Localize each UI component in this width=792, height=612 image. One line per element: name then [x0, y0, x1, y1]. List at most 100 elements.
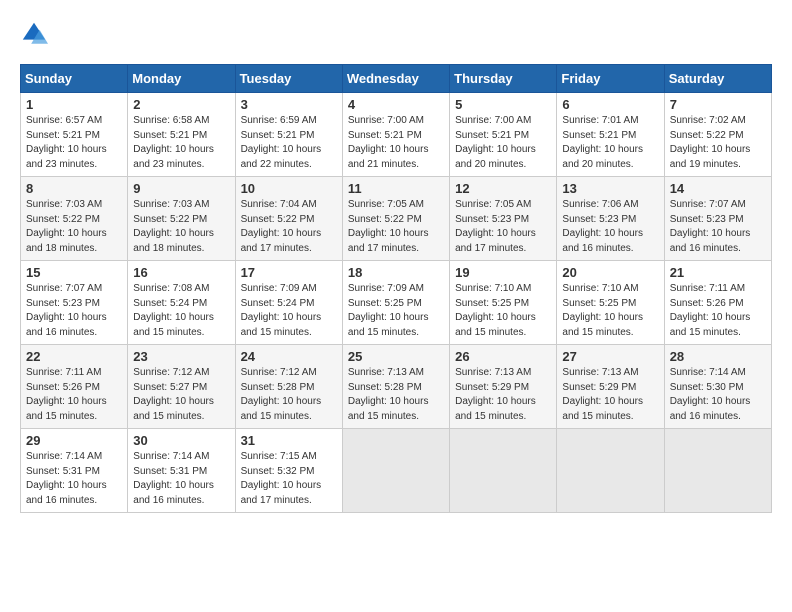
day-number: 22: [26, 349, 122, 364]
day-info: Sunrise: 7:13 AM Sunset: 5:28 PM Dayligh…: [348, 366, 444, 424]
week-row-5: 29 Sunrise: 7:14 AM Sunset: 5:31 PM Dayli…: [21, 429, 772, 513]
day-number: 14: [670, 181, 766, 196]
day-cell: 18 Sunrise: 7:09 AM Sunset: 5:25 PM Dayli…: [342, 261, 449, 345]
day-info: Sunrise: 7:05 AM Sunset: 5:23 PM Dayligh…: [455, 198, 551, 256]
day-info: Sunrise: 7:10 AM Sunset: 5:25 PM Dayligh…: [562, 282, 658, 340]
day-cell: 28 Sunrise: 7:14 AM Sunset: 5:30 PM Dayli…: [664, 345, 771, 429]
day-info: Sunrise: 7:07 AM Sunset: 5:23 PM Dayligh…: [670, 198, 766, 256]
day-cell: [557, 429, 664, 513]
day-number: 8: [26, 181, 122, 196]
day-number: 31: [241, 433, 337, 448]
day-info: Sunrise: 7:06 AM Sunset: 5:23 PM Dayligh…: [562, 198, 658, 256]
day-info: Sunrise: 7:13 AM Sunset: 5:29 PM Dayligh…: [562, 366, 658, 424]
day-info: Sunrise: 7:08 AM Sunset: 5:24 PM Dayligh…: [133, 282, 229, 340]
day-header-friday: Friday: [557, 65, 664, 93]
day-cell: 9 Sunrise: 7:03 AM Sunset: 5:22 PM Daylig…: [128, 177, 235, 261]
day-number: 5: [455, 97, 551, 112]
day-number: 12: [455, 181, 551, 196]
day-cell: 17 Sunrise: 7:09 AM Sunset: 5:24 PM Dayli…: [235, 261, 342, 345]
day-cell: 23 Sunrise: 7:12 AM Sunset: 5:27 PM Dayli…: [128, 345, 235, 429]
day-info: Sunrise: 7:05 AM Sunset: 5:22 PM Dayligh…: [348, 198, 444, 256]
day-header-wednesday: Wednesday: [342, 65, 449, 93]
day-info: Sunrise: 7:15 AM Sunset: 5:32 PM Dayligh…: [241, 450, 337, 508]
day-header-tuesday: Tuesday: [235, 65, 342, 93]
day-header-saturday: Saturday: [664, 65, 771, 93]
day-cell: 29 Sunrise: 7:14 AM Sunset: 5:31 PM Dayli…: [21, 429, 128, 513]
day-number: 28: [670, 349, 766, 364]
day-cell: 6 Sunrise: 7:01 AM Sunset: 5:21 PM Daylig…: [557, 93, 664, 177]
day-cell: 12 Sunrise: 7:05 AM Sunset: 5:23 PM Dayli…: [450, 177, 557, 261]
day-info: Sunrise: 6:57 AM Sunset: 5:21 PM Dayligh…: [26, 114, 122, 172]
day-cell: [450, 429, 557, 513]
day-cell: 4 Sunrise: 7:00 AM Sunset: 5:21 PM Daylig…: [342, 93, 449, 177]
day-number: 29: [26, 433, 122, 448]
day-cell: [664, 429, 771, 513]
day-info: Sunrise: 7:12 AM Sunset: 5:27 PM Dayligh…: [133, 366, 229, 424]
day-info: Sunrise: 7:09 AM Sunset: 5:25 PM Dayligh…: [348, 282, 444, 340]
header-row: SundayMondayTuesdayWednesdayThursdayFrid…: [21, 65, 772, 93]
day-info: Sunrise: 7:00 AM Sunset: 5:21 PM Dayligh…: [348, 114, 444, 172]
logo: [20, 20, 52, 48]
day-info: Sunrise: 6:59 AM Sunset: 5:21 PM Dayligh…: [241, 114, 337, 172]
day-number: 3: [241, 97, 337, 112]
day-info: Sunrise: 7:14 AM Sunset: 5:30 PM Dayligh…: [670, 366, 766, 424]
day-info: Sunrise: 7:09 AM Sunset: 5:24 PM Dayligh…: [241, 282, 337, 340]
day-cell: 26Sunrise: 7:13 AM Sunset: 5:29 PM Dayli…: [450, 345, 557, 429]
day-cell: 8Sunrise: 7:03 AM Sunset: 5:22 PM Daylig…: [21, 177, 128, 261]
day-cell: 22Sunrise: 7:11 AM Sunset: 5:26 PM Dayli…: [21, 345, 128, 429]
day-number: 11: [348, 181, 444, 196]
day-cell: 13 Sunrise: 7:06 AM Sunset: 5:23 PM Dayli…: [557, 177, 664, 261]
day-cell: 19Sunrise: 7:10 AM Sunset: 5:25 PM Dayli…: [450, 261, 557, 345]
day-info: Sunrise: 7:14 AM Sunset: 5:31 PM Dayligh…: [133, 450, 229, 508]
logo-icon: [20, 20, 48, 48]
day-header-sunday: Sunday: [21, 65, 128, 93]
day-number: 9: [133, 181, 229, 196]
week-row-2: 8 Sunrise: 7:03 AM Sunset: 5:22 PM Daylig…: [21, 177, 772, 261]
day-cell: 1 Sunrise: 6:57 AM Sunset: 5:21 PM Daylig…: [21, 93, 128, 177]
week-row-4: 22Sunrise: 7:11 AM Sunset: 5:26 PM Dayli…: [21, 345, 772, 429]
day-info: Sunrise: 7:02 AM Sunset: 5:22 PM Dayligh…: [670, 114, 766, 172]
calendar-table: SundayMondayTuesdayWednesdayThursdayFrid…: [20, 64, 772, 513]
day-info: Sunrise: 7:11 AM Sunset: 5:26 PM Dayligh…: [670, 282, 766, 340]
week-row-3: 15 Sunrise: 7:07 AM Sunset: 5:23 PM Dayli…: [21, 261, 772, 345]
day-number: 20: [562, 265, 658, 280]
day-number: 13: [562, 181, 658, 196]
day-header-monday: Monday: [128, 65, 235, 93]
day-cell: 15 Sunrise: 7:07 AM Sunset: 5:23 PM Dayli…: [21, 261, 128, 345]
day-info: Sunrise: 7:12 AM Sunset: 5:28 PM Dayligh…: [241, 366, 337, 424]
day-cell: 7 Sunrise: 7:02 AM Sunset: 5:22 PM Daylig…: [664, 93, 771, 177]
day-header-thursday: Thursday: [450, 65, 557, 93]
day-info: Sunrise: 7:10 AM Sunset: 5:25 PM Dayligh…: [455, 282, 551, 340]
day-cell: 11 Sunrise: 7:05 AM Sunset: 5:22 PM Dayli…: [342, 177, 449, 261]
day-number: 25: [348, 349, 444, 364]
day-cell: 2 Sunrise: 6:58 AM Sunset: 5:21 PM Daylig…: [128, 93, 235, 177]
day-cell: 21Sunrise: 7:11 AM Sunset: 5:26 PM Dayli…: [664, 261, 771, 345]
day-number: 24: [241, 349, 337, 364]
day-cell: 10Sunrise: 7:04 AM Sunset: 5:22 PM Dayli…: [235, 177, 342, 261]
day-number: 16: [133, 265, 229, 280]
day-info: Sunrise: 6:58 AM Sunset: 5:21 PM Dayligh…: [133, 114, 229, 172]
day-number: 18: [348, 265, 444, 280]
day-info: Sunrise: 7:03 AM Sunset: 5:22 PM Dayligh…: [133, 198, 229, 256]
day-number: 15: [26, 265, 122, 280]
day-cell: 27Sunrise: 7:13 AM Sunset: 5:29 PM Dayli…: [557, 345, 664, 429]
day-info: Sunrise: 7:13 AM Sunset: 5:29 PM Dayligh…: [455, 366, 551, 424]
day-number: 6: [562, 97, 658, 112]
week-row-1: 1 Sunrise: 6:57 AM Sunset: 5:21 PM Daylig…: [21, 93, 772, 177]
day-info: Sunrise: 7:01 AM Sunset: 5:21 PM Dayligh…: [562, 114, 658, 172]
day-number: 17: [241, 265, 337, 280]
day-number: 1: [26, 97, 122, 112]
day-number: 2: [133, 97, 229, 112]
page-header: [20, 20, 772, 48]
day-cell: 31 Sunrise: 7:15 AM Sunset: 5:32 PM Dayli…: [235, 429, 342, 513]
day-info: Sunrise: 7:00 AM Sunset: 5:21 PM Dayligh…: [455, 114, 551, 172]
day-info: Sunrise: 7:07 AM Sunset: 5:23 PM Dayligh…: [26, 282, 122, 340]
day-cell: 14 Sunrise: 7:07 AM Sunset: 5:23 PM Dayli…: [664, 177, 771, 261]
day-number: 7: [670, 97, 766, 112]
day-number: 23: [133, 349, 229, 364]
day-cell: 5 Sunrise: 7:00 AM Sunset: 5:21 PM Daylig…: [450, 93, 557, 177]
day-number: 4: [348, 97, 444, 112]
day-cell: 3 Sunrise: 6:59 AM Sunset: 5:21 PM Daylig…: [235, 93, 342, 177]
day-number: 10: [241, 181, 337, 196]
day-info: Sunrise: 7:14 AM Sunset: 5:31 PM Dayligh…: [26, 450, 122, 508]
